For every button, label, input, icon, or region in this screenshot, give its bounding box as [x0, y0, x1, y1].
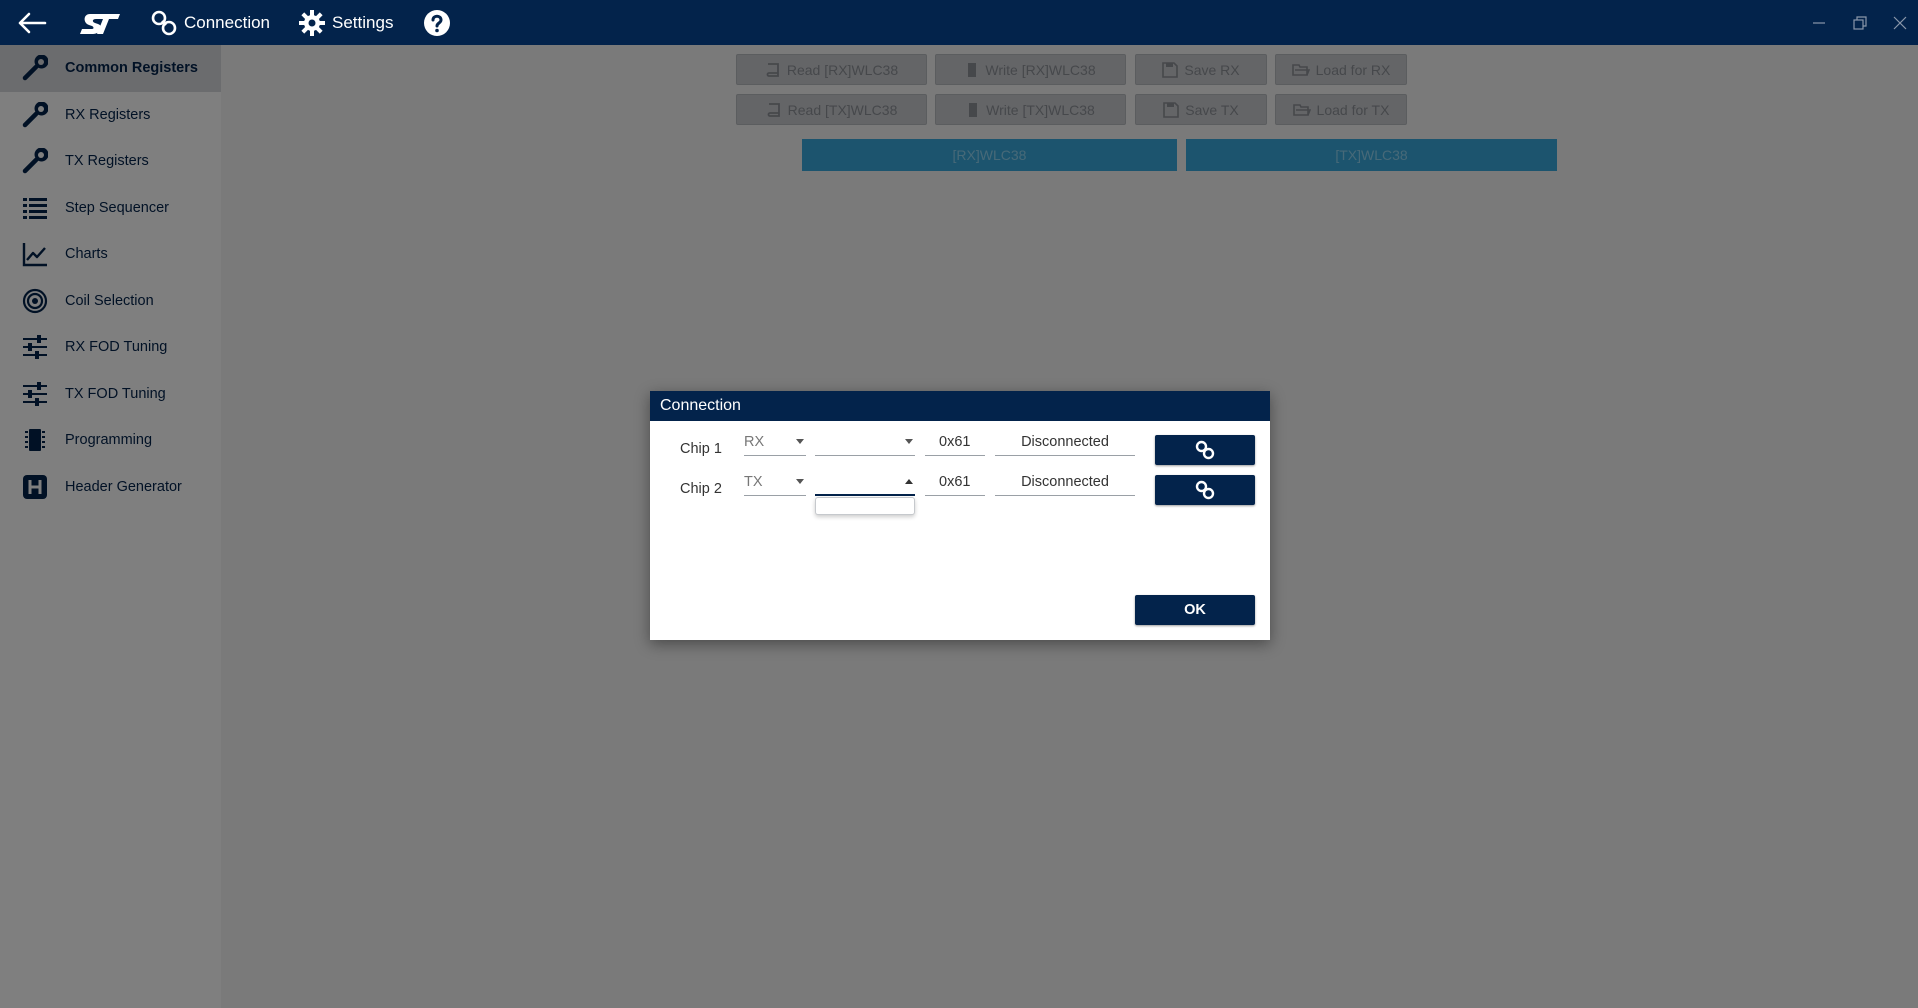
chip1-port-select[interactable]	[815, 428, 915, 456]
chevron-down-icon	[796, 439, 804, 444]
chip2-port-select[interactable]	[815, 468, 915, 496]
chip2-role-select[interactable]: TX	[744, 468, 806, 496]
chip2-status: Disconnected	[995, 468, 1135, 496]
dialog-title: Connection	[650, 391, 1270, 421]
minimize-icon	[1812, 16, 1826, 30]
minimize-button[interactable]	[1799, 0, 1839, 45]
chevron-down-icon	[796, 479, 804, 484]
restore-button[interactable]	[1840, 0, 1880, 45]
link-icon	[1194, 479, 1216, 501]
chip1-label: Chip 1	[680, 441, 722, 457]
restore-icon	[1853, 16, 1867, 30]
close-icon	[1893, 16, 1907, 30]
help-button[interactable]	[407, 0, 467, 45]
close-button[interactable]	[1880, 0, 1918, 45]
connection-label: Connection	[184, 13, 270, 33]
title-bar: Connection Settings	[0, 0, 1918, 45]
chevron-down-icon	[905, 439, 913, 444]
chip1-connect-button[interactable]	[1155, 435, 1255, 465]
link-icon	[1194, 439, 1216, 461]
back-button[interactable]	[0, 0, 64, 45]
arrow-left-icon	[17, 12, 47, 34]
st-logo	[64, 0, 136, 45]
gear-icon	[298, 9, 326, 37]
chip1-status: Disconnected	[995, 428, 1135, 456]
ok-button[interactable]: OK	[1135, 595, 1255, 625]
chip2-address-field[interactable]: 0x61	[925, 468, 985, 496]
chip1-address-field[interactable]: 0x61	[925, 428, 985, 456]
chip2-port-dropdown-list[interactable]	[815, 497, 915, 515]
chip2-label: Chip 2	[680, 481, 722, 497]
chip1-role-select[interactable]: RX	[744, 428, 806, 456]
link-icon	[150, 9, 178, 37]
chevron-up-icon	[905, 479, 913, 484]
connection-dialog: Connection Chip 1 RX 0x61 Disconnected C…	[650, 391, 1270, 640]
question-circle-icon	[423, 9, 451, 37]
chip2-connect-button[interactable]	[1155, 475, 1255, 505]
connection-menu[interactable]: Connection	[136, 0, 284, 45]
st-logo-icon	[78, 10, 122, 36]
settings-menu[interactable]: Settings	[284, 0, 407, 45]
settings-label: Settings	[332, 13, 393, 33]
